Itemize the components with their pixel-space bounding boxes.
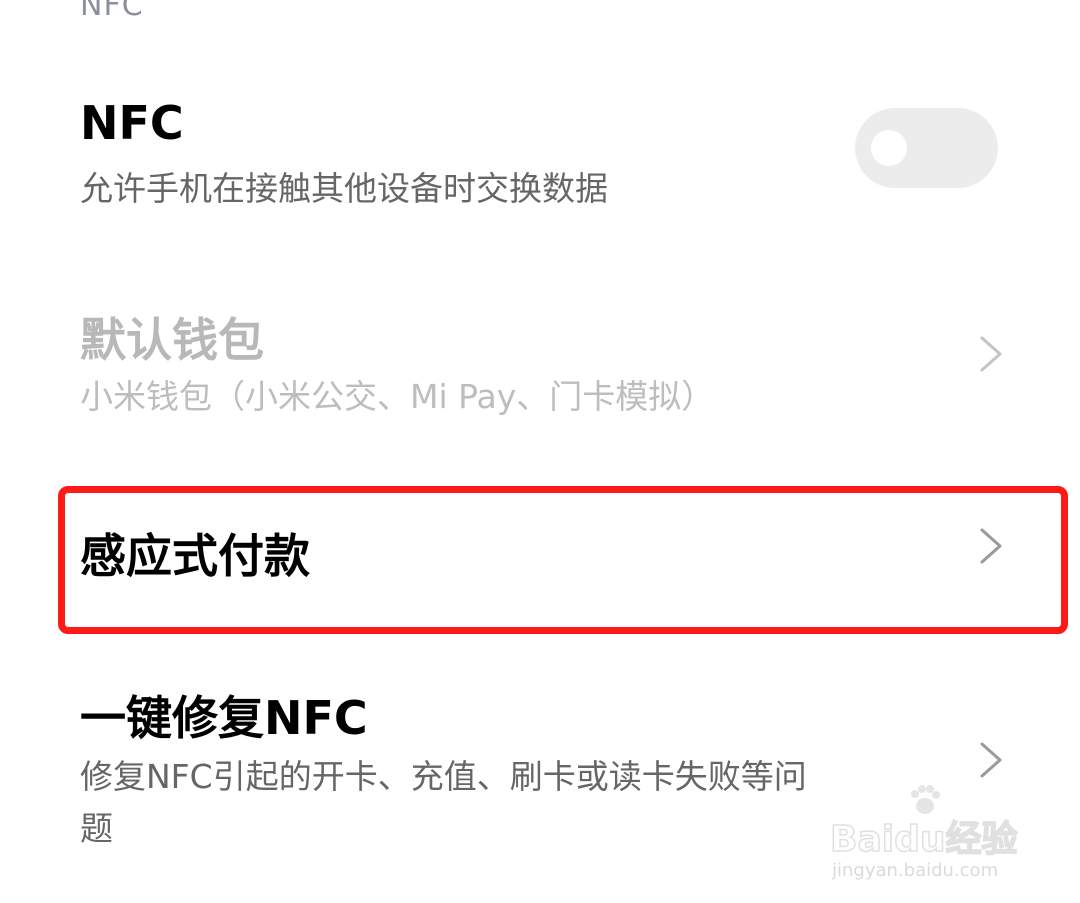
nfc-title: NFC	[80, 96, 184, 150]
default-wallet-title: 默认钱包	[80, 313, 264, 367]
default-wallet-row[interactable]: 默认钱包 小米钱包（小米公交、Mi Pay、门卡模拟）	[0, 260, 1080, 460]
watermark-url: jingyan.baidu.com	[832, 860, 999, 881]
chevron-right-icon	[980, 336, 1002, 372]
chevron-right-icon	[980, 742, 1002, 778]
baidu-watermark: Baidu经验 jingyan.baidu.com	[829, 785, 1030, 890]
nfc-repair-title: 一键修复NFC	[80, 691, 368, 745]
default-wallet-subtitle: 小米钱包（小米公交、Mi Pay、门卡模拟）	[80, 377, 715, 416]
nfc-description: 允许手机在接触其他设备时交换数据	[80, 169, 608, 208]
watermark-brand: Baidu经验	[829, 818, 1018, 861]
nfc-repair-description-line2: 题	[80, 809, 113, 848]
nfc-toggle[interactable]	[855, 108, 998, 188]
nfc-repair-description-line1: 修复NFC引起的开卡、充值、刷卡或读卡失败等问	[80, 757, 807, 796]
nfc-setting-row[interactable]: NFC 允许手机在接触其他设备时交换数据	[0, 0, 1080, 240]
toggle-knob	[871, 130, 907, 166]
highlight-box	[58, 486, 1068, 634]
